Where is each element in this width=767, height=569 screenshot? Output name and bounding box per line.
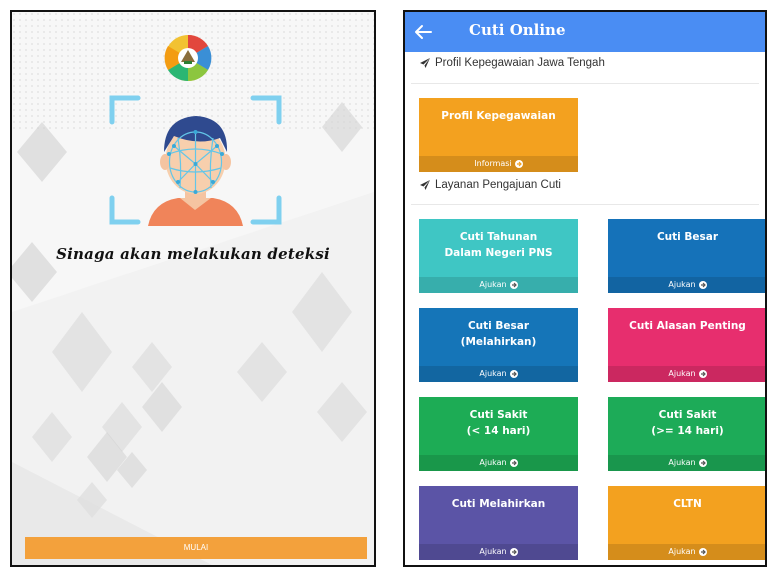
leave-card[interactable]: Cuti Tahunan Dalam Negeri PNS Ajukan xyxy=(419,219,578,293)
card-footer[interactable]: Ajukan xyxy=(419,455,578,471)
card-title: CLTN xyxy=(673,498,702,510)
arrow-right-circle-icon xyxy=(509,370,518,378)
leave-card[interactable]: Cuti Besar (Melahirkan) Ajukan xyxy=(419,308,578,382)
arrow-right-circle-icon xyxy=(509,548,518,556)
card-footer[interactable]: Ajukan xyxy=(608,366,765,382)
leave-card[interactable]: Cuti Besar Ajukan xyxy=(608,219,765,293)
paper-plane-icon xyxy=(420,180,430,190)
arrow-right-circle-icon xyxy=(698,281,707,289)
detection-message: Sinaga akan melakukan deteksi xyxy=(56,245,330,263)
arrow-right-circle-icon xyxy=(698,370,707,378)
arrow-right-circle-icon xyxy=(698,548,707,556)
section-services-heading: Layanan Pengajuan Cuti xyxy=(419,179,561,191)
card-footer[interactable]: Ajukan xyxy=(419,277,578,293)
face-detection-screen: Sinaga akan melakukan deteksi MULAI xyxy=(10,10,376,567)
card-footer-label: Ajukan xyxy=(479,547,507,556)
leave-card[interactable]: Cuti Melahirkan Ajukan xyxy=(419,486,578,560)
card-footer-label: Ajukan xyxy=(668,458,696,467)
card-title: Cuti Besar (Melahirkan) xyxy=(460,320,537,348)
card-footer[interactable]: Ajukan xyxy=(608,455,765,471)
leave-card[interactable]: Cuti Sakit (>= 14 hari) Ajukan xyxy=(608,397,765,471)
card-footer-label: Ajukan xyxy=(479,280,507,289)
leave-card[interactable]: Cuti Alasan Penting Ajukan xyxy=(608,308,765,382)
arrow-right-circle-icon xyxy=(698,459,707,467)
card-title: Cuti Besar xyxy=(656,231,719,243)
card-title: Cuti Tahunan Dalam Negeri PNS xyxy=(444,231,553,259)
profile-card[interactable]: Profil Kepegawaian Informasi xyxy=(419,98,578,172)
card-title: Cuti Melahirkan xyxy=(451,498,546,510)
card-title: Cuti Alasan Penting xyxy=(629,320,746,332)
start-button[interactable]: MULAI xyxy=(25,537,367,559)
card-footer-label: Ajukan xyxy=(668,280,696,289)
card-footer[interactable]: Ajukan xyxy=(419,544,578,560)
card-footer-label: Informasi xyxy=(474,159,512,168)
section-profile-heading: Profil Kepegawaian Jawa Tengah xyxy=(419,57,605,69)
leave-card[interactable]: Cuti Sakit (< 14 hari) Ajukan xyxy=(419,397,578,471)
app-title: Cuti Online xyxy=(469,21,566,39)
card-title: Cuti Sakit (< 14 hari) xyxy=(466,409,531,437)
leave-menu-screen: Cuti Online Profil Kepegawaian Jawa Teng… xyxy=(403,10,767,567)
face-scan-icon xyxy=(109,95,282,226)
divider xyxy=(411,83,759,84)
card-footer-label: Ajukan xyxy=(668,369,696,378)
arrow-right-circle-icon xyxy=(509,281,518,289)
card-footer-label: Ajukan xyxy=(479,369,507,378)
arrow-right-circle-icon xyxy=(514,160,523,168)
card-footer-label: Ajukan xyxy=(668,547,696,556)
divider xyxy=(411,204,759,205)
card-footer[interactable]: Informasi xyxy=(419,156,578,172)
section-services-label: Layanan Pengajuan Cuti xyxy=(435,179,561,191)
government-seal-icon xyxy=(164,34,212,82)
arrow-left-icon[interactable] xyxy=(411,20,435,44)
card-footer[interactable]: Ajukan xyxy=(419,366,578,382)
card-footer[interactable]: Ajukan xyxy=(608,544,765,560)
card-footer[interactable]: Ajukan xyxy=(608,277,765,293)
card-footer-label: Ajukan xyxy=(479,458,507,467)
section-profile-label: Profil Kepegawaian Jawa Tengah xyxy=(435,57,605,69)
paper-plane-icon xyxy=(420,58,430,68)
leave-card[interactable]: CLTN Ajukan xyxy=(608,486,765,560)
app-bar: Cuti Online xyxy=(405,12,765,52)
arrow-right-circle-icon xyxy=(509,459,518,467)
card-title: Cuti Sakit (>= 14 hari) xyxy=(651,409,724,437)
card-title: Profil Kepegawaian xyxy=(441,110,556,122)
